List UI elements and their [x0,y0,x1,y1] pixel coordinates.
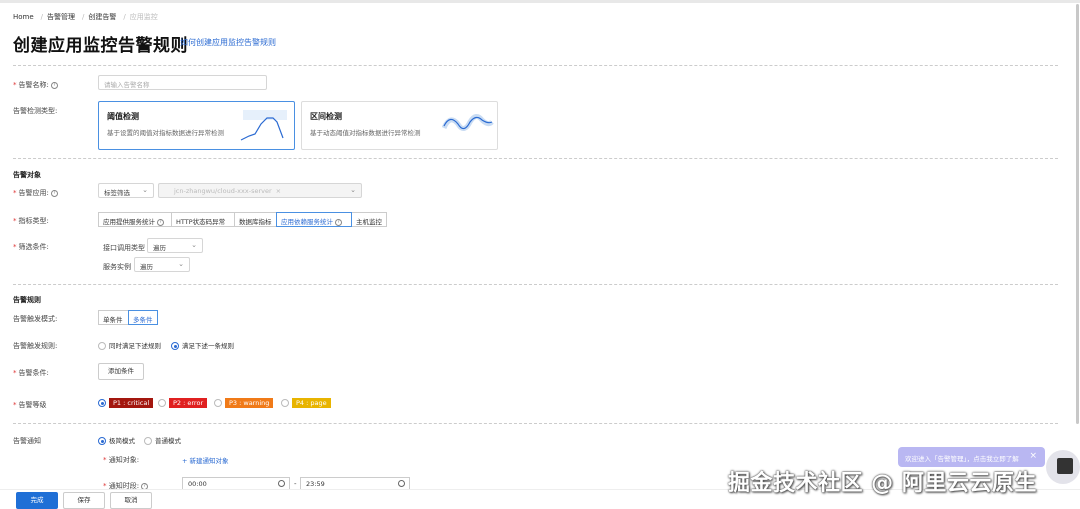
metric-type-host[interactable]: 主机监控 [351,212,387,227]
save-button[interactable]: 保存 [63,492,105,509]
watermark: 掘金技术社区 @ 阿里云云原生 [728,471,1037,496]
range-chart-icon [442,114,494,131]
notify-label: 告警通知 [13,437,41,445]
filter-instance-label: 服务实例 [103,263,131,271]
detect-type-label: 告警检测类型: [13,107,58,115]
clock-icon [398,480,405,487]
alert-name-label: * 告警名称:? [13,80,58,90]
notify-target-label: * 通知对象: [103,456,140,464]
trigger-mode-multi[interactable]: 多条件 [128,310,158,325]
level-badge: P2 : error [169,398,208,408]
rule-all-radio[interactable]: 同时满足下述规则 [98,340,161,350]
breadcrumb: Home / 告警管理 / 创建告警 / 应用监控 [13,12,161,22]
page-title: 创建应用监控告警规则 [13,36,188,56]
trigger-mode-label: 告警触发模式: [13,315,58,323]
finish-button[interactable]: 完成 [16,492,58,509]
trigger-rule-label: 告警触发规则: [13,342,58,350]
section-title-target: 告警对象 [13,171,41,179]
filter-label: * 筛选条件: [13,243,49,251]
help-icon: ? [157,218,164,226]
card-title: 区间检测 [310,112,342,121]
clear-icon: × [275,187,282,195]
clock-icon [278,480,285,487]
breadcrumb-current: 应用监控 [129,13,158,21]
assistant-widget-icon[interactable] [1057,458,1073,474]
chevron-down-icon: ⌄ [178,260,184,268]
metric-type-database[interactable]: 数据库指标 [234,212,277,227]
radio-icon [281,399,289,407]
section-title-rules: 告警规则 [13,296,41,304]
level-p1-radio[interactable]: P1 : critical [98,398,154,408]
cancel-button[interactable]: 取消 [110,492,152,509]
breadcrumb-separator: / [123,13,126,21]
radio-icon [214,399,222,407]
help-icon: ? [335,218,342,226]
metric-type-http-status[interactable]: HTTP状态码异常 [171,212,235,227]
call-type-select[interactable]: 遍历 ⌄ [147,238,203,253]
level-p4-radio[interactable]: P4 : page [281,398,331,408]
chevron-down-icon: ⌄ [350,186,356,194]
new-notify-target-link[interactable]: + 新建通知对象 [182,455,229,465]
close-icon[interactable]: × [1029,451,1037,461]
metric-type-label: * 指标类型: [13,217,49,225]
chevron-down-icon: ⌄ [191,241,197,249]
level-p2-radio[interactable]: P2 : error [158,398,208,408]
metric-type-dependency-service[interactable]: 应用依赖服务统计? [276,212,352,227]
breadcrumb-create-alert[interactable]: 创建告警 [88,13,116,21]
radio-icon [144,437,152,445]
radio-checked-icon [98,437,106,445]
breadcrumb-home[interactable]: Home [13,13,34,21]
range-detection-card[interactable]: 区间检测 基于动态阈值对指标数据进行异常检测 [301,101,498,150]
breadcrumb-separator: / [82,13,85,21]
help-icon: ? [50,81,58,89]
time-range-separator: - [294,480,297,488]
radio-checked-icon [171,342,179,350]
card-title: 阈值检测 [107,112,139,121]
threshold-chart-icon [240,110,287,141]
threshold-detection-card[interactable]: 阈值检测 基于设置的阈值对指标数据进行异常检测 [98,101,295,150]
notify-normal-radio[interactable]: 普通模式 [144,435,181,445]
card-description: 基于动态阈值对指标数据进行异常检测 [310,129,421,137]
radio-icon [98,342,106,350]
filter-call-type-label: 接口调用类型 [103,244,145,252]
add-condition-button[interactable]: 添加条件 [98,363,144,380]
level-badge: P1 : critical [109,398,154,408]
chevron-down-icon: ⌄ [142,186,148,194]
breadcrumb-separator: / [40,13,44,21]
help-icon: ? [50,189,58,197]
breadcrumb-alert-mgmt[interactable]: 告警管理 [47,13,75,21]
alert-app-label: * 告警应用:? [13,188,58,198]
divider [13,158,1058,159]
instance-select[interactable]: 遍历 ⌄ [134,257,190,272]
help-link[interactable]: 如何创建应用监控告警规则 [180,37,276,48]
trigger-mode-single[interactable]: 单条件 [98,310,129,325]
app-select[interactable]: jcn-zhangwu/cloud-xxx-server × ⌄ [158,183,362,198]
alert-level-label: * 告警等级 [13,401,47,409]
top-border [0,0,1080,3]
radio-checked-icon [98,399,106,407]
divider [13,65,1058,66]
level-p3-radio[interactable]: P3 : warning [214,398,274,408]
welcome-toast[interactable]: 欢迎进入「告警管理」，点击我立即了解 × [898,447,1045,467]
alert-condition-label: * 告警条件: [13,369,49,377]
rule-any-radio[interactable]: 满足下述一条规则 [171,340,234,350]
toast-text: 欢迎进入「告警管理」，点击我立即了解 [905,455,1019,463]
level-badge: P4 : page [292,398,331,408]
divider [13,423,1058,424]
card-description: 基于设置的阈值对指标数据进行异常检测 [107,129,224,137]
level-badge: P3 : warning [225,398,274,408]
divider [13,284,1058,285]
app-filter-select[interactable]: 标签筛选 ⌄ [98,183,154,198]
alert-name-input[interactable]: 请输入告警名称 [98,75,267,90]
metric-type-app-service[interactable]: 应用提供服务统计? [98,212,172,227]
radio-icon [158,399,166,407]
notify-simple-radio[interactable]: 极简模式 [98,435,135,445]
scrollbar[interactable] [1076,4,1079,424]
